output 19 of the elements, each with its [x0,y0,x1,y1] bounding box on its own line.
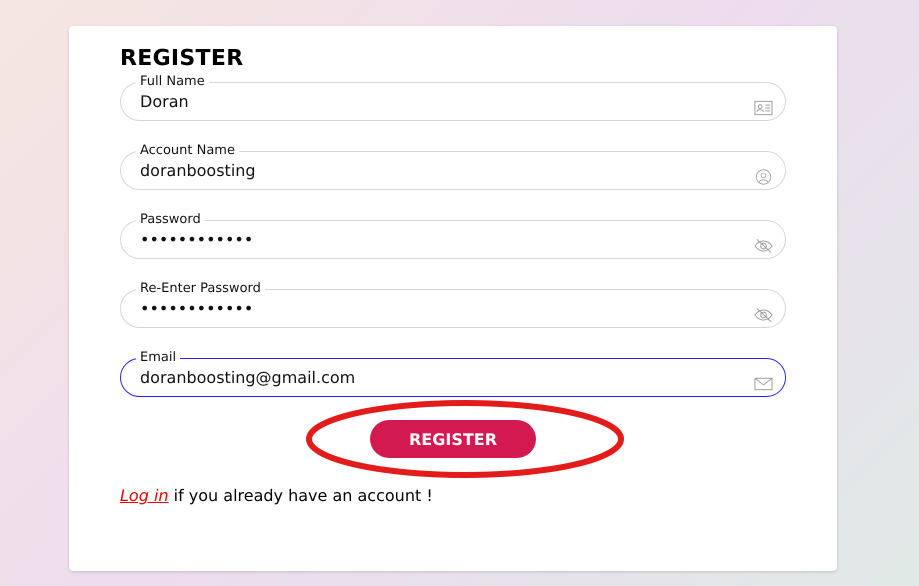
field-value: •••••••••••• [140,298,254,318]
input-field[interactable]: Re-Enter Password •••••••••••• [120,282,786,328]
field-label: Account Name [139,144,236,158]
field-value: doranboosting [140,160,256,180]
register-button[interactable]: REGISTER [370,420,536,458]
input-field[interactable]: Email doranboosting@gmail.com [120,351,786,397]
input-field[interactable]: Account Name doranboosting [120,144,786,190]
field-label: Password [139,213,202,227]
field-label: Full Name [139,75,206,89]
field-value: Doran [140,92,189,110]
field-value: •••••••••••• [140,230,254,248]
login-prompt: Log in if you already have an account ! [120,486,433,505]
input-field[interactable]: Full Name Doran [120,75,786,121]
login-link[interactable]: Log in [120,486,169,505]
input-field[interactable]: Password •••••••••••• [120,213,786,259]
field-label: Email [139,351,178,365]
field-label: Re-Enter Password [139,282,262,296]
field-value: doranboosting@gmail.com [140,368,356,386]
form-title: REGISTER [120,46,244,71]
